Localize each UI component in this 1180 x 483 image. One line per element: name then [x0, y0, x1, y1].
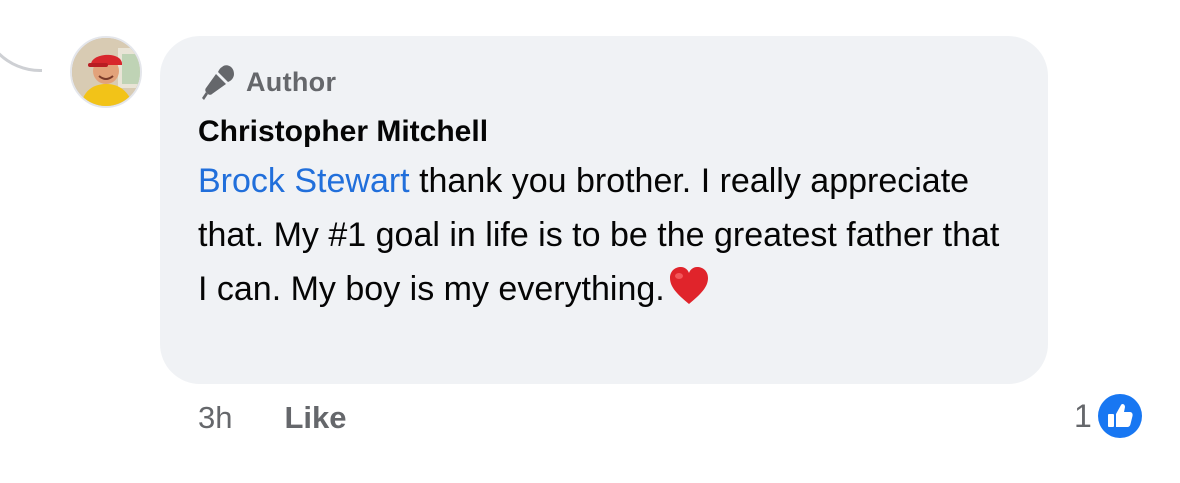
avatar-photo	[72, 38, 140, 106]
reply-thread-line	[0, 0, 42, 72]
author-badge-label: Author	[246, 66, 337, 97]
mention-link[interactable]: Brock Stewart	[198, 162, 410, 200]
like-button[interactable]: Like	[284, 400, 346, 436]
microphone-icon	[198, 62, 238, 102]
avatar[interactable]	[70, 36, 142, 108]
comment-actions: 3h Like	[198, 400, 347, 436]
reaction-count: 1	[1074, 397, 1092, 434]
reaction-summary[interactable]: 1	[1074, 392, 1144, 440]
author-badge: Author	[198, 62, 1010, 102]
commenter-name[interactable]: Christopher Mitchell	[198, 110, 1010, 154]
comment-bubble: Author Christopher Mitchell Brock Stewar…	[160, 36, 1048, 384]
comment-timestamp[interactable]: 3h	[198, 400, 232, 436]
comment-text: Brock Stewart thank you brother. I reall…	[198, 154, 1018, 324]
heart-emoji-icon	[667, 264, 711, 324]
like-reaction-icon	[1095, 392, 1144, 440]
